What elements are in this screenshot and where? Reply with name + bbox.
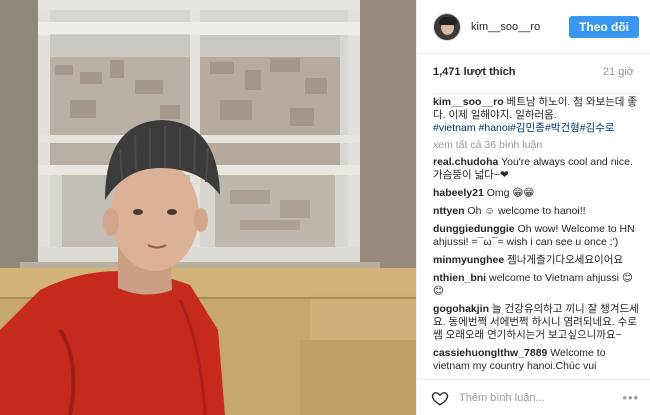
comment-text: Oh ☺ welcome to hanoi!!	[464, 205, 586, 217]
comment-username[interactable]: cassiehuonglthw_7889	[433, 347, 547, 359]
header-username[interactable]: kim__soo__ro	[471, 21, 569, 33]
post-meta: 1,471 lượt thích 21 giờ	[433, 66, 634, 78]
heart-outline-icon[interactable]	[431, 389, 449, 407]
selfie-photo-image	[0, 0, 416, 415]
caption-username[interactable]: kim__soo__ro	[433, 96, 504, 108]
comment-username[interactable]: dunggiedunggie	[433, 223, 515, 235]
list-item: real.chudoha You're always cool and nice…	[433, 156, 640, 182]
comment-username[interactable]: habeely21	[433, 187, 484, 199]
comment-text: Omg 😁😁	[483, 187, 535, 199]
comment-input[interactable]	[459, 391, 623, 404]
list-item: minmyunghee 젬나게즐기다오세요이어요	[433, 254, 640, 267]
post-side-panel: kim__soo__ro Theo dõi 1,471 lượt thích 2…	[416, 0, 650, 415]
list-item: gogohakjin 늘 건강유의하고 끼니 잘 챙겨드세요. 동에번쩍 서에번…	[433, 303, 640, 342]
list-item: cassiehuonglthw_7889 Welcome to vietnam …	[433, 347, 640, 371]
comment-text: 젬나게즐기다오세요이어요	[504, 254, 624, 266]
profile-avatar[interactable]	[433, 12, 461, 41]
comments-list[interactable]: kim__soo__ro 베트남 하노이. 첨 와보는데 좋다. 이제 일해야지…	[433, 93, 640, 371]
list-item: habeely21 Omg 😁😁	[433, 187, 640, 200]
likes-count[interactable]: 1,471 lượt thích	[433, 66, 515, 78]
post-time[interactable]: 21 giờ	[603, 66, 634, 78]
comment-footer: •••	[417, 379, 650, 415]
post-photo	[0, 0, 416, 415]
more-options-icon[interactable]: •••	[622, 390, 639, 405]
comment-username[interactable]: real.chudoha	[433, 156, 498, 168]
post-header: kim__soo__ro Theo dõi	[417, 0, 650, 54]
follow-button[interactable]: Theo dõi	[569, 15, 639, 38]
comment-username[interactable]: gogohakjin	[433, 303, 489, 315]
list-item: dunggiedunggie Oh wow! Welcome to HN ahj…	[433, 223, 640, 249]
comment-username[interactable]: nthien_bni	[433, 272, 486, 284]
view-all-comments-link[interactable]: xem tất cả 36 bình luận	[433, 139, 640, 151]
list-item: nttyen Oh ☺ welcome to hanoi!!	[433, 205, 640, 218]
list-item: nthien_bni welcome to Vietnam ahjussi 😊😊	[433, 272, 640, 298]
comment-username[interactable]: nttyen	[433, 205, 465, 217]
caption: kim__soo__ro 베트남 하노이. 첨 와보는데 좋다. 이제 일해야지…	[433, 96, 640, 135]
comment-username[interactable]: minmyunghee	[433, 254, 504, 266]
caption-hashtags[interactable]: #vietnam #hanoi#김민종#박건형#김수로	[433, 122, 615, 134]
